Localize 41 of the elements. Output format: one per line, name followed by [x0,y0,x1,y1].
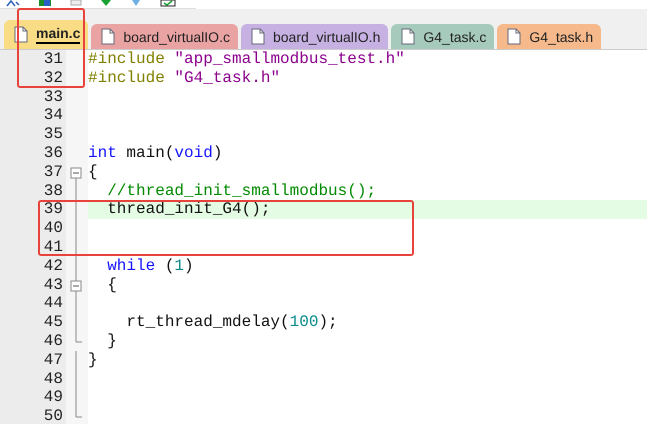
file-icon [401,28,416,45]
file-icon [507,28,522,45]
file-icon [101,28,116,45]
line-number: 41 [42,238,64,257]
file-icon [250,28,265,45]
line-number: 40 [42,219,64,238]
line-number: 37 [42,162,64,182]
line-number: 33 [42,88,64,106]
line-number: 35 [42,125,64,144]
code-line: #include "G4_task.h" [88,68,282,88]
line-number: 47 [42,350,64,370]
line-number: 39 [42,200,64,220]
code-line: while (1) [106,256,195,276]
line-number: 36 [42,144,64,163]
code-line: rt_thread_mdelay(100); [125,313,339,332]
code-line: //thread_init_smallmodbus(); [106,182,378,200]
line-number: 45 [42,313,64,332]
toolbar-icon[interactable] [160,0,176,7]
line-number: 31 [42,50,64,69]
line-number: 49 [42,388,64,408]
code-line: { [106,276,118,294]
file-tab[interactable]: board_virtualIO.c [91,24,238,49]
file-tab[interactable]: G4_task.h [497,24,602,49]
code-line: } [106,332,118,351]
code-line: int main(void) [88,144,224,163]
line-number: 46 [42,332,64,351]
line-number: 44 [42,294,64,314]
line-number: 32 [42,68,64,88]
code-line: } [88,350,99,370]
line-number: 48 [42,370,64,388]
file-tab[interactable]: G4_task.c [391,24,494,49]
code-line: #include "app_smallmodbus_test.h" [88,50,406,69]
line-number: 34 [42,106,64,126]
line-number: 50 [42,407,64,424]
toolbar-icon[interactable] [6,0,20,7]
code-line: { [88,162,99,182]
line-number: 38 [42,182,64,200]
line-number: 43 [42,276,64,294]
file-tab[interactable]: board_virtualIO.h [240,24,388,49]
line-number: 42 [42,256,64,276]
file-tab[interactable]: main.c [4,20,88,49]
